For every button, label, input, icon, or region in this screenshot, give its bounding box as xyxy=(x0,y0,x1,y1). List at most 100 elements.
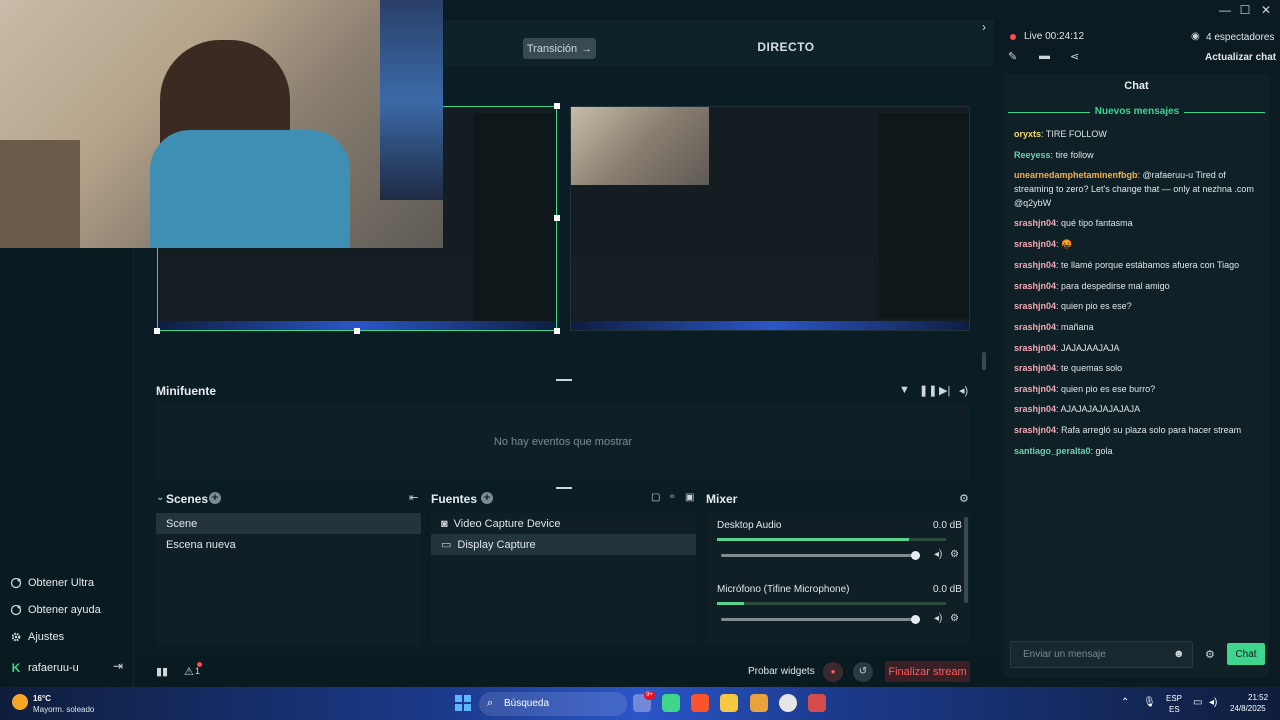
source-type-icon[interactable]: ▢ xyxy=(651,492,660,503)
viewer-count: 4 espectadores xyxy=(1206,32,1275,43)
maximize-button[interactable]: ☐ xyxy=(1235,2,1255,18)
source-item[interactable]: ▭ Display Capture xyxy=(431,534,696,555)
windows-start-icon[interactable] xyxy=(455,695,471,711)
scene-transitions-icon[interactable]: ⇤ xyxy=(409,491,418,504)
scene-label: Escena nueva xyxy=(166,538,236,551)
help-icon xyxy=(10,604,22,616)
brave-icon[interactable] xyxy=(691,694,709,712)
chat-message: oryxts: TIRE FOLLOW xyxy=(1014,127,1264,141)
sidebar-item-ultra[interactable]: Obtener Ultra xyxy=(10,573,130,593)
chat-username[interactable]: srashjn04 xyxy=(1014,384,1056,394)
sidebar-item-settings[interactable]: Ajustes xyxy=(10,627,130,647)
clock-time[interactable]: 21:52 xyxy=(1248,693,1268,702)
resize-handle[interactable] xyxy=(554,215,560,221)
taskbar-search[interactable] xyxy=(479,692,627,716)
channel-settings-icon[interactable]: ⚙ xyxy=(950,613,959,624)
chat-username[interactable]: srashjn04 xyxy=(1014,322,1056,332)
gear-icon xyxy=(10,631,22,643)
volume-slider-knob[interactable] xyxy=(911,615,920,624)
alert-dot xyxy=(197,662,202,667)
weather-icon[interactable] xyxy=(12,694,28,710)
chat-settings-icon[interactable]: ⚙ xyxy=(1205,648,1215,661)
file-explorer-icon[interactable] xyxy=(720,694,738,712)
replay-icon[interactable]: ↺ xyxy=(853,662,873,682)
webcam-overlay xyxy=(0,0,443,248)
splitter-handle[interactable] xyxy=(556,379,572,381)
add-source-icon[interactable]: + xyxy=(481,492,493,504)
volume-slider-knob[interactable] xyxy=(911,551,920,560)
alert-icon[interactable]: ⚠ xyxy=(184,665,194,678)
chat-username[interactable]: srashjn04 xyxy=(1014,239,1056,249)
resize-handle[interactable] xyxy=(554,328,560,334)
source-item[interactable]: ◙ Video Capture Device xyxy=(431,513,696,534)
emoji-icon[interactable]: ☻ xyxy=(1173,648,1185,660)
audio-meter xyxy=(717,602,946,605)
chat-username[interactable]: oryxts xyxy=(1014,129,1041,139)
end-stream-button[interactable]: Finalizar stream xyxy=(885,661,970,682)
share-icon[interactable]: ⋖ xyxy=(1070,50,1079,63)
refresh-chat-button[interactable]: Actualizar chat xyxy=(1205,52,1276,63)
chat-username[interactable]: Reeyess xyxy=(1014,150,1051,160)
mixer-settings-icon[interactable]: ⚙ xyxy=(959,492,969,505)
mute-icon[interactable]: ◂) xyxy=(934,549,942,560)
add-scene-icon[interactable]: + xyxy=(209,492,221,504)
resize-handle[interactable] xyxy=(554,103,560,109)
tray-chevron-icon[interactable]: ⌃ xyxy=(1121,697,1129,708)
chat-username[interactable]: srashjn04 xyxy=(1014,260,1056,270)
speaker-icon[interactable]: ◂) xyxy=(1209,697,1217,708)
chat-username[interactable]: srashjn04 xyxy=(1014,425,1056,435)
scenes-title: Scenes xyxy=(166,492,209,506)
send-chat-button[interactable]: Chat xyxy=(1227,643,1265,665)
volume-slider[interactable] xyxy=(721,618,916,621)
skip-icon[interactable]: ▶| xyxy=(939,384,951,397)
rec-icon[interactable]: ● xyxy=(823,662,843,682)
volume-slider[interactable] xyxy=(721,554,916,557)
chat-username[interactable]: santiago_peralta0 xyxy=(1014,446,1091,456)
resize-handle[interactable] xyxy=(354,328,360,334)
collapse-icon[interactable]: ⌄ xyxy=(156,492,164,503)
chat-username[interactable]: unearnedamphetaminenfbgb xyxy=(1014,170,1138,180)
test-widgets-label[interactable]: Probar widgets xyxy=(748,666,815,677)
filter-icon[interactable]: ▼ xyxy=(899,384,911,396)
scene-item[interactable]: Scene xyxy=(156,513,421,534)
scene-item[interactable]: Escena nueva xyxy=(156,534,421,555)
microphone-icon[interactable]: 🎙︎ xyxy=(1143,697,1156,708)
mute-icon[interactable]: ◂) xyxy=(934,613,942,624)
channel-settings-icon[interactable]: ⚙ xyxy=(950,549,959,560)
chat-username[interactable]: srashjn04 xyxy=(1014,281,1056,291)
stats-icon[interactable]: ▮▮ xyxy=(156,665,168,678)
pause-icon[interactable]: ❚❚ xyxy=(919,384,937,397)
preview-scrollbar[interactable] xyxy=(982,352,986,370)
chat-username[interactable]: srashjn04 xyxy=(1014,218,1056,228)
add-folder-icon[interactable]: ▣ xyxy=(685,492,694,503)
splitter-handle[interactable] xyxy=(556,487,572,489)
obs-icon[interactable] xyxy=(779,694,797,712)
sidebar-user[interactable]: K rafaeruu-u xyxy=(10,658,130,678)
camera-icon: ◙ xyxy=(441,517,448,530)
resize-handle[interactable] xyxy=(154,328,160,334)
clip-icon[interactable]: ▬ xyxy=(1039,50,1050,62)
chat-username[interactable]: srashjn04 xyxy=(1014,343,1056,353)
channel-db: 0.0 dB xyxy=(933,584,962,595)
edit-icon[interactable]: ✎ xyxy=(1008,50,1017,63)
sidebar-item-help[interactable]: Obtener ayuda xyxy=(10,600,130,620)
mixer-scrollbar[interactable] xyxy=(964,517,968,603)
minimize-button[interactable]: — xyxy=(1215,2,1235,18)
streaming-app-icon[interactable] xyxy=(662,694,680,712)
chat-text: te llamé porque estábamos afuera con Tia… xyxy=(1061,260,1240,270)
transition-button[interactable]: Transición → xyxy=(523,38,596,59)
chat-message: srashjn04: AJAJAJAJAJAJAJA xyxy=(1014,402,1264,416)
lang-top[interactable]: ESP xyxy=(1166,694,1182,703)
logout-icon[interactable]: ⇥ xyxy=(113,659,127,675)
chat-input[interactable]: Enviar un mensaje xyxy=(1010,641,1193,668)
close-button[interactable]: ✕ xyxy=(1256,2,1276,18)
chevron-right-icon[interactable]: › xyxy=(982,20,992,36)
volume-icon[interactable]: ◂) xyxy=(959,384,971,397)
chat-username[interactable]: srashjn04 xyxy=(1014,301,1056,311)
chat-username[interactable]: srashjn04 xyxy=(1014,363,1056,373)
source-group-icon[interactable]: ⚭ xyxy=(668,492,676,503)
app-icon[interactable] xyxy=(750,694,768,712)
chat-username[interactable]: srashjn04 xyxy=(1014,404,1056,414)
app-icon[interactable] xyxy=(808,694,826,712)
network-icon[interactable]: ▭ xyxy=(1193,697,1202,708)
